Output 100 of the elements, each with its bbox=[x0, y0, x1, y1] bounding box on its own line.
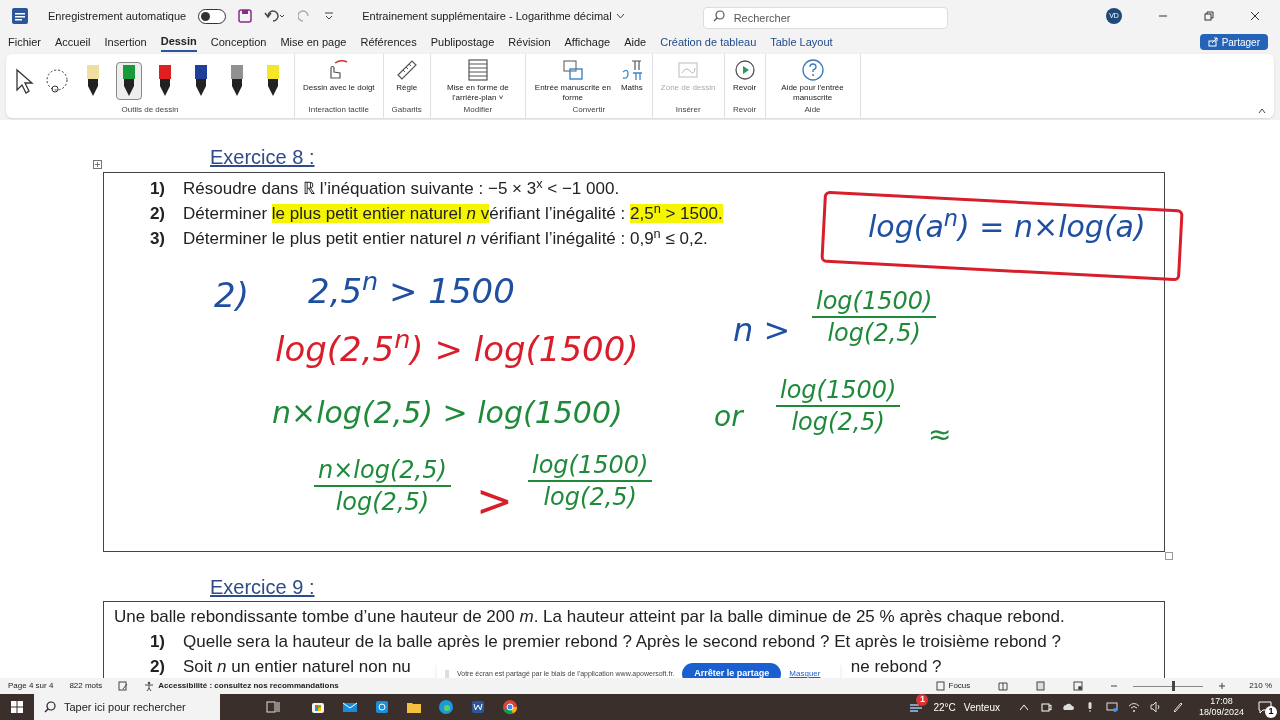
focus-button[interactable]: Focus bbox=[935, 680, 971, 692]
group-label: Aide bbox=[804, 104, 821, 116]
page-count[interactable]: Page 4 sur 4 bbox=[8, 680, 54, 692]
search-field[interactable]: Rechercher bbox=[702, 7, 948, 29]
item-text: Déterminer le plus petit entier naturel n vérifiant l’inégalité : 0,9$^{n}$ ≤ 0,2. bbox=[183, 226, 708, 250]
select-arrow-icon bbox=[14, 68, 34, 94]
weather-condition[interactable]: Venteux bbox=[963, 699, 1000, 715]
ribbon-button[interactable]: Aide pour l'entrée manuscrite bbox=[773, 58, 852, 103]
group-label: Modifier bbox=[463, 104, 493, 116]
autosave-toggle[interactable] bbox=[198, 8, 227, 24]
autosave-label: Enregistrement automatique bbox=[48, 8, 187, 24]
item-number: 1) bbox=[148, 631, 166, 653]
handwritten-text: n > bbox=[733, 310, 791, 351]
menu-tab[interactable]: Table Layout bbox=[770, 32, 833, 52]
handwritten-text: n×log(2,5) > log(1500) bbox=[272, 394, 623, 432]
ribbon-button[interactable]: Mise en forme de l'arrière-plan ˅ bbox=[438, 58, 517, 103]
item-number: 3) bbox=[148, 228, 166, 250]
menu-tab[interactable]: Références bbox=[360, 32, 417, 52]
menu-tab[interactable]: Accueil bbox=[55, 32, 91, 52]
cloud-icon bbox=[1061, 701, 1074, 713]
item-text: Déterminer le plus petit entier naturel n vérifiant l’inégalité : 2,5$^{n}$ > 1500. bbox=[183, 201, 723, 225]
word-count[interactable]: 822 mots bbox=[69, 680, 103, 692]
windows-start-icon bbox=[11, 701, 23, 713]
meet-icon bbox=[1039, 701, 1052, 713]
help-icon bbox=[800, 58, 825, 82]
menu-tab[interactable]: Aide bbox=[624, 32, 647, 52]
group-label: Revoir bbox=[732, 104, 757, 116]
lasso-icon bbox=[44, 68, 70, 94]
shapes-icon bbox=[560, 58, 585, 82]
item-number: 1) bbox=[148, 178, 166, 200]
hide-link[interactable]: Masquer bbox=[789, 668, 821, 678]
handwritten-text: > bbox=[476, 474, 513, 528]
stop-sharing-button[interactable]: Arrêter le partage bbox=[682, 663, 782, 678]
restore-icon bbox=[1204, 11, 1214, 21]
menu-tab[interactable]: Mise en page bbox=[280, 32, 347, 52]
menu-tab[interactable]: Affichage bbox=[564, 32, 611, 52]
menu-tab[interactable]: Publipostage bbox=[430, 32, 495, 52]
notification-count[interactable]: 1 bbox=[1265, 706, 1277, 718]
table-move-handle-icon bbox=[93, 160, 102, 169]
exercise-title: Exercice 8 : bbox=[210, 145, 315, 170]
zoom-slider-thumb[interactable] bbox=[1172, 680, 1176, 691]
handwritten-fraction: log(1500) log(2,5) bbox=[528, 450, 653, 512]
item-text: Quelle sera la hauteur de la balle après le premier rebond ? Après le second rebond ? Et après le troisième rebond ? bbox=[183, 631, 1061, 653]
display-icon bbox=[1105, 701, 1118, 713]
ribbon-button[interactable]: Règle bbox=[394, 58, 419, 93]
wifi-icon bbox=[1127, 701, 1140, 713]
group-label: Gabarits bbox=[391, 104, 422, 116]
document-title[interactable]: Entrainement supplémentaire - Logarithme décimal bbox=[362, 7, 612, 25]
volume-icon bbox=[1149, 701, 1162, 713]
accessibility-status[interactable]: Accessibilité : consultez nos recommandations bbox=[144, 680, 339, 692]
replay-icon bbox=[732, 58, 757, 82]
taskbar-search-field[interactable]: Taper ici pour rechercher bbox=[34, 694, 220, 720]
customize-icon bbox=[324, 11, 335, 21]
share-button[interactable]: Partager bbox=[1199, 34, 1268, 50]
item-number: 2) bbox=[148, 656, 166, 678]
notification-icon bbox=[1258, 700, 1272, 714]
zoom-level[interactable]: 210 % bbox=[1249, 680, 1272, 692]
pen-button[interactable] bbox=[116, 62, 142, 100]
exercise-title: Exercice 9 : bbox=[210, 575, 315, 600]
focus-icon bbox=[935, 681, 945, 691]
accessibility-icon bbox=[144, 681, 155, 691]
menu-tab[interactable]: Révision bbox=[508, 32, 551, 52]
clock-time[interactable]: 17:08 bbox=[1210, 696, 1233, 707]
read-mode-icon bbox=[998, 681, 1009, 691]
menu-tab[interactable]: Création de tableau bbox=[660, 32, 757, 52]
menu-tab[interactable]: Dessin bbox=[160, 32, 197, 52]
search-icon bbox=[712, 10, 725, 22]
ribbon-button[interactable]: Entrée manuscrite en forme bbox=[533, 58, 612, 103]
handwritten-fraction: log(1500) log(2,5) bbox=[776, 375, 901, 437]
close-icon bbox=[1250, 11, 1260, 21]
menu-tab[interactable]: Insertion bbox=[104, 32, 147, 52]
ribbon-button[interactable]: Dessin avec le doigt bbox=[303, 58, 375, 93]
web-layout-icon bbox=[1073, 681, 1084, 691]
app-icon bbox=[374, 699, 390, 715]
search-icon bbox=[44, 701, 56, 713]
item-number: 2) bbox=[148, 203, 166, 225]
weather-badge: 1 bbox=[916, 694, 929, 706]
handwritten-fraction: log(1500) log(2,5) bbox=[812, 286, 937, 348]
lined-page-icon bbox=[465, 58, 490, 82]
handwritten-text: log(a$^{n}$) = n×log(a) bbox=[868, 204, 1146, 246]
share-icon bbox=[1207, 37, 1218, 47]
chrome-icon bbox=[502, 699, 518, 715]
handwritten-text: ≈ bbox=[928, 417, 952, 453]
clock-date[interactable]: 18/09/2024 bbox=[1198, 707, 1244, 718]
ribbon-button[interactable]: Revoir bbox=[732, 58, 757, 93]
zoom-in-icon bbox=[1219, 683, 1226, 689]
exercise-intro: Une balle rebondissante tombe d’une hauteur de 200 m. La hauteur atteint par la balle diminue de 25 % après chaque rebond. bbox=[113, 606, 1066, 628]
caret-icon bbox=[615, 13, 625, 19]
ribbon-button[interactable]: Maths bbox=[619, 58, 644, 93]
handwritten-fraction: n×log(2,5) log(2,5) bbox=[314, 455, 451, 517]
save-icon bbox=[238, 9, 253, 23]
item-text: Résoudre dans ℝ l’inéquation suivante : −5 × 3$^{x}$ < −1 000. bbox=[183, 176, 620, 200]
menu-tab[interactable]: Fichier bbox=[8, 32, 41, 52]
menu-tab[interactable]: Conception bbox=[210, 32, 267, 52]
group-label: Outils de dessin bbox=[121, 104, 179, 116]
group-label: Interaction tactile bbox=[308, 104, 370, 116]
handwritten-text: or bbox=[714, 399, 743, 435]
handwritten-text: 2) bbox=[214, 274, 249, 317]
temperature[interactable]: 22°C bbox=[933, 699, 956, 715]
zoom-out-icon bbox=[1111, 683, 1118, 689]
